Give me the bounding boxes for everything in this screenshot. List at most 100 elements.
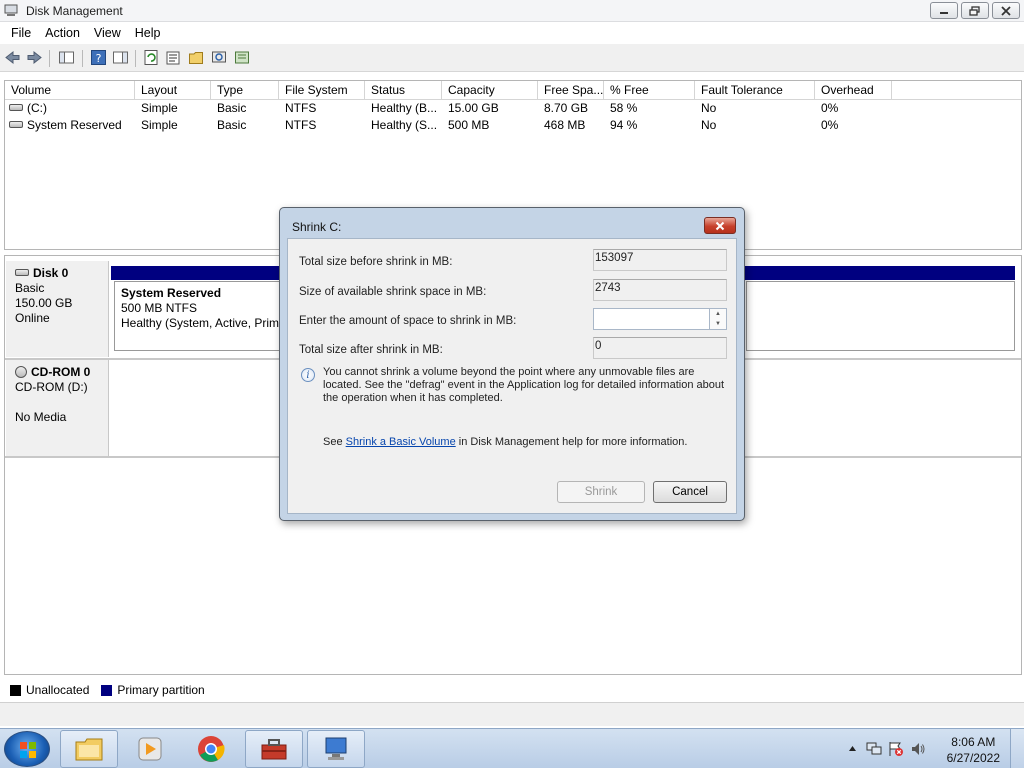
taskbar-clock[interactable]: 8:06 AM 6/27/2022 bbox=[947, 734, 1000, 766]
properties-icon[interactable] bbox=[165, 49, 182, 66]
shrink-dialog: Shrink C: Total size before shrink in MB… bbox=[279, 207, 745, 521]
cdrom-icon bbox=[15, 365, 27, 378]
menu-help[interactable]: Help bbox=[128, 22, 168, 44]
partition-system-reserved[interactable]: System Reserved 500 MB NTFS Healthy (Sys… bbox=[114, 281, 289, 351]
shrink-amount-spinner[interactable]: ▲ ▼ bbox=[710, 308, 727, 330]
toolbar: ? bbox=[0, 44, 1024, 72]
column-status[interactable]: Status bbox=[365, 81, 442, 100]
start-button[interactable] bbox=[4, 731, 50, 767]
table-row[interactable]: System Reserved Simple Basic NTFS Health… bbox=[5, 117, 1021, 134]
volume-capacity: 15.00 GB bbox=[448, 101, 499, 115]
taskbar-chrome[interactable] bbox=[182, 730, 240, 768]
volume-layout: Simple bbox=[141, 101, 178, 115]
legend-primary-label: Primary partition bbox=[117, 683, 205, 697]
action-center-icon[interactable] bbox=[888, 741, 904, 757]
volume-type: Basic bbox=[217, 101, 247, 115]
volume-name: (C:) bbox=[27, 101, 47, 115]
forward-arrow-icon[interactable] bbox=[26, 49, 43, 66]
column-type[interactable]: Type bbox=[211, 81, 279, 100]
menu-view[interactable]: View bbox=[87, 22, 128, 44]
volume-list-header: Volume Layout Type File System Status Ca… bbox=[5, 81, 1021, 100]
disk-icon bbox=[15, 269, 29, 277]
column-percent-free[interactable]: % Free bbox=[604, 81, 695, 100]
volume-name: System Reserved bbox=[27, 118, 122, 132]
close-button[interactable] bbox=[992, 2, 1020, 19]
column-fault-tolerance[interactable]: Fault Tolerance bbox=[695, 81, 815, 100]
taskbar-explorer[interactable] bbox=[60, 730, 118, 768]
available-shrink-value: 2743 bbox=[593, 279, 727, 301]
column-layout[interactable]: Layout bbox=[135, 81, 211, 100]
drive-icon bbox=[9, 121, 23, 129]
disk-settings-icon[interactable] bbox=[234, 49, 251, 66]
partition-c[interactable] bbox=[746, 281, 1015, 351]
volume-overhead: 0% bbox=[821, 101, 839, 115]
search-disk-icon[interactable] bbox=[211, 49, 228, 66]
show-hide-action-pane-icon[interactable] bbox=[112, 49, 129, 66]
media-player-icon bbox=[138, 737, 162, 761]
info-message: You cannot shrink a volume beyond the po… bbox=[323, 366, 725, 404]
show-hide-console-tree-icon[interactable] bbox=[58, 49, 75, 66]
back-arrow-icon[interactable] bbox=[4, 49, 21, 66]
title-bar: Disk Management bbox=[0, 0, 1024, 22]
show-desktop-button[interactable] bbox=[1010, 729, 1024, 768]
help-line: See Shrink a Basic Volume in Disk Manage… bbox=[323, 436, 688, 448]
legend-unallocated-swatch bbox=[10, 684, 21, 696]
shrink-button[interactable]: Shrink bbox=[557, 481, 645, 503]
show-hidden-icons-icon[interactable] bbox=[848, 744, 857, 753]
table-row[interactable]: (C:) Simple Basic NTFS Healthy (B... 15.… bbox=[5, 100, 1021, 117]
volume-file-system: NTFS bbox=[285, 101, 317, 115]
computer-management-icon bbox=[325, 737, 347, 760]
volume-capacity: 500 MB bbox=[448, 118, 490, 132]
column-capacity[interactable]: Capacity bbox=[442, 81, 538, 100]
total-after-value: 0 bbox=[593, 337, 727, 359]
network-icon[interactable] bbox=[866, 741, 882, 757]
volume-type: Basic bbox=[217, 118, 247, 132]
dialog-body: Total size before shrink in MB: 153097 S… bbox=[287, 238, 737, 514]
partition-name: System Reserved bbox=[121, 286, 222, 300]
column-file-system[interactable]: File System bbox=[279, 81, 365, 100]
drive-icon bbox=[9, 104, 23, 112]
column-overhead[interactable]: Overhead bbox=[815, 81, 892, 100]
dialog-title: Shrink C: bbox=[292, 220, 342, 234]
volume-overhead: 0% bbox=[821, 118, 839, 132]
minimize-button[interactable] bbox=[930, 2, 958, 19]
restore-button[interactable] bbox=[961, 2, 989, 19]
minimize-icon bbox=[940, 11, 948, 14]
spin-up-icon[interactable]: ▲ bbox=[710, 309, 726, 319]
cancel-button[interactable]: Cancel bbox=[653, 481, 727, 503]
volume-file-system: NTFS bbox=[285, 118, 317, 132]
taskbar-toolbox[interactable] bbox=[245, 730, 303, 768]
menu-action[interactable]: Action bbox=[38, 22, 87, 44]
column-volume[interactable]: Volume bbox=[5, 81, 135, 100]
legend-unallocated-label: Unallocated bbox=[26, 683, 90, 697]
volume-fault-tolerance: No bbox=[701, 101, 717, 115]
volume-fault-tolerance: No bbox=[701, 118, 717, 132]
taskbar-computer-management[interactable] bbox=[307, 730, 365, 768]
total-after-label: Total size after shrink in MB: bbox=[299, 344, 443, 356]
help-link[interactable]: Shrink a Basic Volume bbox=[346, 436, 456, 448]
disk-management-icon bbox=[4, 4, 18, 16]
spin-down-icon[interactable]: ▼ bbox=[710, 319, 726, 329]
refresh-icon[interactable] bbox=[143, 49, 160, 66]
available-shrink-label: Size of available shrink space in MB: bbox=[299, 286, 487, 298]
taskbar-media-player[interactable] bbox=[121, 730, 179, 768]
volume-icon[interactable] bbox=[910, 741, 926, 757]
taskbar: 8:06 AM 6/27/2022 bbox=[0, 728, 1024, 768]
disk-type: CD-ROM (D:) bbox=[15, 380, 88, 394]
volume-free-space: 468 MB bbox=[544, 118, 586, 132]
open-folder-icon[interactable] bbox=[188, 49, 205, 66]
menu-bar: File Action View Help bbox=[0, 22, 1024, 44]
volume-status: Healthy (S... bbox=[371, 118, 438, 132]
total-before-label: Total size before shrink in MB: bbox=[299, 256, 453, 268]
toolbox-icon bbox=[261, 739, 287, 760]
close-icon bbox=[715, 221, 725, 230]
disk-0-label[interactable]: Disk 0 Basic 150.00 GB Online bbox=[6, 261, 109, 357]
menu-file[interactable]: File bbox=[4, 22, 38, 44]
dialog-close-button[interactable] bbox=[704, 217, 736, 234]
cdrom-0-label[interactable]: CD-ROM 0 CD-ROM (D:) No Media bbox=[6, 360, 109, 456]
column-free-space[interactable]: Free Spa... bbox=[538, 81, 604, 100]
partition-status: Healthy (System, Active, Prima bbox=[121, 316, 286, 330]
shrink-amount-input[interactable] bbox=[593, 308, 710, 330]
help-icon[interactable]: ? bbox=[90, 49, 107, 66]
disk-status: No Media bbox=[15, 410, 67, 424]
